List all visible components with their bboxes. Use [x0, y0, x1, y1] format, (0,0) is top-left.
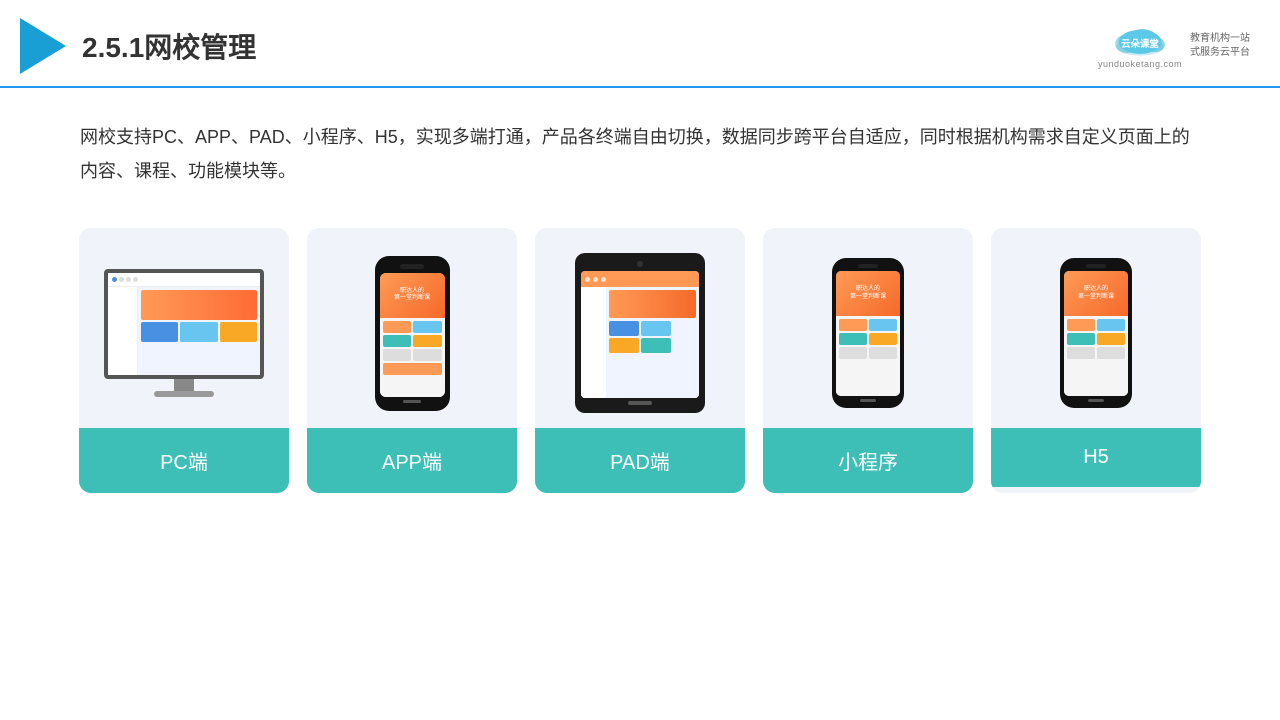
- app-phone-mockup: 职达人的第一堂判断课: [375, 256, 450, 411]
- description-text: 网校支持PC、APP、PAD、小程序、H5，实现多端打通，产品各终端自由切换，数…: [0, 88, 1280, 208]
- card-label-app: APP端: [307, 428, 517, 493]
- tablet-device-mockup: [575, 253, 705, 413]
- card-image-miniprogram: 职达人的第一堂判断课: [763, 228, 973, 428]
- page-header: 2.5.1网校管理 云朵课堂 yunduoketang.com 教育机构一站 式…: [0, 0, 1280, 88]
- h5-phone-mockup: 职达人的第一堂判断课: [1060, 258, 1132, 408]
- card-miniprogram: 职达人的第一堂判断课: [763, 228, 973, 493]
- header-left: 2.5.1网校管理: [20, 18, 256, 74]
- card-image-app: 职达人的第一堂判断课: [307, 228, 517, 428]
- card-image-h5: 职达人的第一堂判断课: [991, 228, 1201, 428]
- card-label-h5: H5: [991, 428, 1201, 487]
- svg-text:云朵课堂: 云朵课堂: [1121, 38, 1159, 49]
- device-cards-container: PC端 职达人的第一堂判断课: [0, 208, 1280, 523]
- cloud-logo: 云朵课堂 yunduoketang.com: [1098, 23, 1182, 69]
- card-app: 职达人的第一堂判断课: [307, 228, 517, 493]
- logo-slogan: 教育机构一站 式服务云平台: [1190, 32, 1250, 60]
- pc-device-mockup: [104, 269, 264, 397]
- logo-en: yunduoketang.com: [1098, 59, 1182, 69]
- card-image-pc: [79, 228, 289, 428]
- card-pad: PAD端: [535, 228, 745, 493]
- card-label-pc: PC端: [79, 428, 289, 493]
- card-h5: 职达人的第一堂判断课: [991, 228, 1201, 493]
- cloud-svg-icon: 云朵课堂: [1110, 23, 1170, 59]
- card-image-pad: [535, 228, 745, 428]
- card-label-pad: PAD端: [535, 428, 745, 493]
- triangle-logo: [20, 18, 66, 74]
- card-pc: PC端: [79, 228, 289, 493]
- card-label-miniprogram: 小程序: [763, 428, 973, 493]
- page-title: 2.5.1网校管理: [82, 26, 256, 66]
- brand-logo: 云朵课堂 yunduoketang.com 教育机构一站 式服务云平台: [1098, 23, 1250, 69]
- miniprogram-phone-mockup: 职达人的第一堂判断课: [832, 258, 904, 408]
- pc-screen: [104, 269, 264, 379]
